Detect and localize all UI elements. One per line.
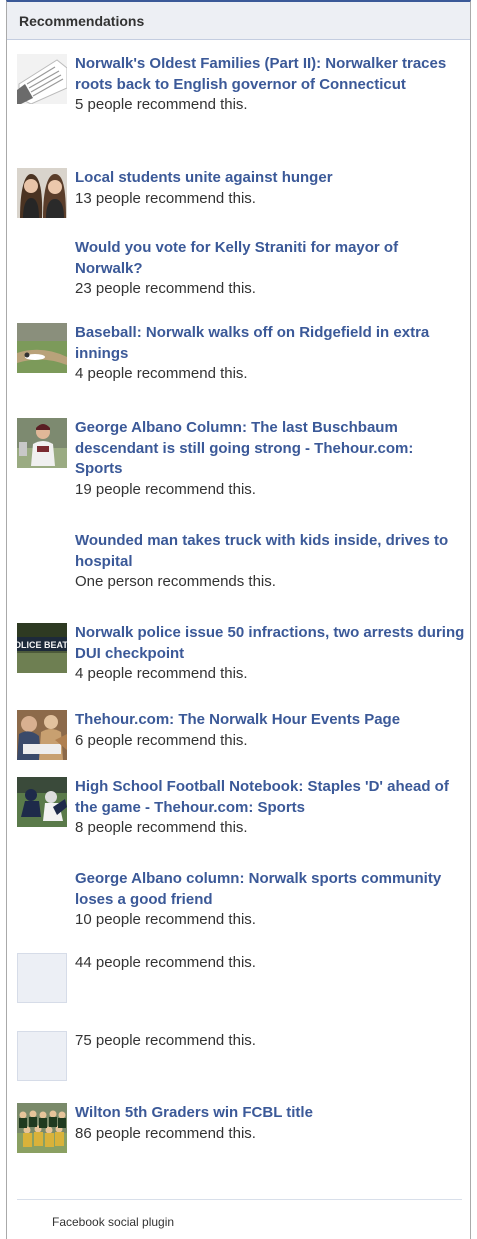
two-girls-photo-icon[interactable] bbox=[17, 168, 67, 218]
police-beat-photo-icon[interactable]: OLICE BEAT bbox=[17, 623, 67, 673]
recommend-count: 19 people recommend this. bbox=[75, 480, 256, 498]
recommend-count: 8 people recommend this. bbox=[75, 819, 248, 836]
item-title-link[interactable]: Baseball: Norwalk walks off on Ridgefiel… bbox=[75, 323, 465, 364]
item-title-link[interactable]: High School Football Notebook: Staples '… bbox=[75, 777, 465, 818]
recommend-count: 5 people recommend this. bbox=[75, 96, 248, 113]
plugin-header: Recommendations bbox=[7, 2, 470, 40]
baseball-field-photo-icon[interactable] bbox=[17, 323, 67, 373]
facebook-social-plugin-link[interactable]: Facebook social plugin bbox=[52, 1215, 174, 1229]
item-title-link[interactable]: Wounded man takes truck with kids inside… bbox=[75, 531, 465, 572]
placeholder-thumbnail[interactable] bbox=[17, 953, 67, 1003]
item-title-link[interactable]: Norwalk's Oldest Families (Part II): Nor… bbox=[75, 54, 465, 95]
item-title-link[interactable]: Wilton 5th Graders win FCBL title bbox=[75, 1103, 465, 1124]
recommend-count: 4 people recommend this. bbox=[75, 365, 248, 382]
recommend-count: One person recommends this. bbox=[75, 573, 276, 590]
recommend-count: 6 people recommend this. bbox=[75, 731, 248, 749]
item-title-link[interactable]: Thehour.com: The Norwalk Hour Events Pag… bbox=[75, 710, 465, 731]
header-title: Recommendations bbox=[19, 12, 145, 29]
police-beat-label: OLICE BEAT bbox=[17, 640, 67, 650]
recommendations-plugin: Recommendations Norwalk's Oldest Familie… bbox=[6, 0, 471, 1239]
recommend-count: 13 people recommend this. bbox=[75, 189, 256, 207]
recommend-count: 75 people recommend this. bbox=[75, 1032, 256, 1049]
recommend-count: 10 people recommend this. bbox=[75, 911, 256, 928]
recommend-count: 23 people recommend this. bbox=[75, 280, 256, 297]
item-title-link[interactable]: George Albano column: Norwalk sports com… bbox=[75, 869, 465, 910]
recommend-count: 44 people recommend this. bbox=[75, 954, 256, 971]
recommend-count: 4 people recommend this. bbox=[75, 665, 248, 682]
placeholder-thumbnail[interactable] bbox=[17, 1031, 67, 1081]
item-title-link[interactable]: Would you vote for Kelly Straniti for ma… bbox=[75, 238, 465, 279]
footer-divider bbox=[17, 1199, 462, 1200]
newspaper-photo-icon[interactable] bbox=[17, 54, 67, 104]
item-title-link[interactable]: Norwalk police issue 50 infractions, two… bbox=[75, 623, 465, 664]
item-title-link[interactable]: George Albano Column: The last Buschbaum… bbox=[75, 418, 465, 480]
item-title-link[interactable]: Local students unite against hunger bbox=[75, 168, 465, 189]
events-crowd-photo-icon[interactable] bbox=[17, 710, 67, 760]
football-game-photo-icon[interactable] bbox=[17, 777, 67, 827]
baseball-player-photo-icon[interactable] bbox=[17, 418, 67, 468]
team-photo-icon[interactable] bbox=[17, 1103, 67, 1153]
recommend-count: 86 people recommend this. bbox=[75, 1124, 256, 1142]
